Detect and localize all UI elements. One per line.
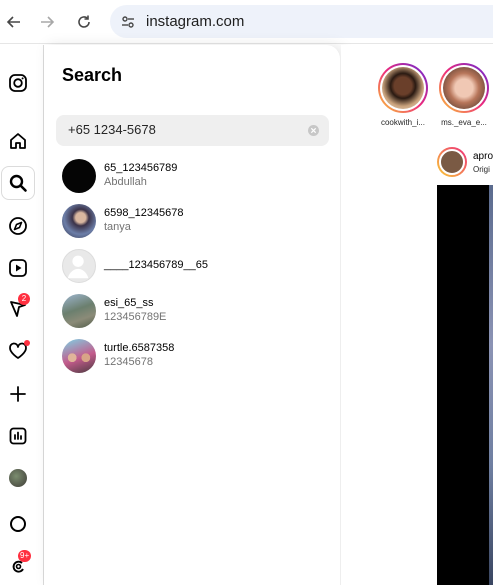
more-badge: 9+ [18, 550, 32, 562]
clear-search-button[interactable] [308, 125, 319, 136]
profile-avatar [9, 469, 27, 487]
story-ring [378, 63, 428, 113]
messages-badge: 2 [18, 293, 30, 305]
post-avatar[interactable] [437, 147, 467, 177]
nav-threads[interactable] [4, 510, 32, 538]
result-subtitle: tanya [104, 221, 131, 233]
story-ring [439, 63, 489, 113]
threads-icon [10, 516, 26, 532]
arrow-right-icon [41, 16, 55, 28]
tune-icon [122, 16, 134, 28]
result-subtitle: 12345678 [104, 356, 153, 368]
avatar [62, 159, 96, 193]
address-bar[interactable]: instagram.com [110, 5, 493, 38]
story-avatar [382, 67, 424, 109]
nav-home[interactable] [4, 127, 32, 155]
explore-icon [9, 217, 27, 235]
nav-reels[interactable] [4, 254, 32, 282]
instagram-logo-button[interactable] [4, 69, 32, 97]
nav-dashboard[interactable] [4, 422, 32, 450]
forward-button[interactable] [33, 8, 61, 36]
search-result[interactable]: 6598_12345678 tanya [62, 204, 332, 242]
story-item[interactable]: ms._eva_e... [439, 63, 489, 127]
result-subtitle: Abdullah [104, 176, 147, 188]
search-result[interactable]: ____123456789__65 [62, 249, 332, 287]
nav-notifications[interactable] [4, 337, 32, 365]
post-subtitle: Origi [473, 165, 490, 174]
nav-create[interactable] [4, 380, 32, 408]
result-username: esi_65_ss [104, 297, 154, 309]
avatar [62, 339, 96, 373]
default-avatar-icon [67, 255, 89, 279]
reels-icon [9, 259, 27, 277]
search-panel: Search 65_123456789 Abdullah 6598_123456… [44, 45, 341, 585]
browser-toolbar: instagram.com [0, 0, 493, 44]
story-name: ms._eva_e... [441, 118, 487, 127]
avatar [62, 249, 96, 283]
instagram-logo-icon [9, 74, 27, 92]
search-title: Search [62, 65, 123, 85]
arrow-left-icon [6, 16, 20, 28]
site-info-button[interactable] [118, 12, 138, 32]
search-result[interactable]: 65_123456789 Abdullah [62, 159, 332, 197]
story-avatar [443, 67, 485, 109]
nav-search[interactable] [1, 166, 35, 200]
dashboard-icon [9, 427, 27, 445]
notification-dot [24, 340, 30, 346]
url-text: instagram.com [146, 13, 245, 30]
post-media[interactable] [437, 185, 493, 585]
post-image [489, 185, 493, 585]
search-result[interactable]: esi_65_ss 123456789E [62, 294, 332, 332]
post-author[interactable]: apro [473, 151, 493, 162]
back-button[interactable] [0, 8, 28, 36]
nav-messages[interactable]: 2 [4, 293, 32, 323]
search-icon [9, 174, 27, 192]
result-subtitle: 123456789E [104, 311, 167, 323]
search-input[interactable] [68, 122, 288, 137]
result-username: turtle.6587358 [104, 342, 175, 354]
plus-icon [10, 386, 26, 402]
story-item[interactable]: cookwith_i... [378, 63, 428, 127]
nav-more[interactable]: 9+ [4, 550, 32, 580]
left-nav-rail: 2 9+ [0, 45, 44, 585]
close-icon [310, 127, 317, 134]
home-icon [10, 133, 26, 149]
search-box[interactable] [56, 115, 329, 146]
nav-profile[interactable] [4, 464, 32, 492]
avatar [62, 204, 96, 238]
feed-area: cookwith_i... ms._eva_e... apro Origi [341, 45, 493, 585]
nav-explore[interactable] [4, 212, 32, 240]
avatar [62, 294, 96, 328]
reload-icon [78, 15, 90, 28]
result-username: 65_123456789 [104, 162, 178, 174]
reload-button[interactable] [70, 8, 98, 36]
result-username: 6598_12345678 [104, 207, 184, 219]
search-result[interactable]: turtle.6587358 12345678 [62, 339, 332, 377]
story-name: cookwith_i... [380, 118, 426, 127]
result-username: ____123456789__65 [104, 259, 209, 271]
